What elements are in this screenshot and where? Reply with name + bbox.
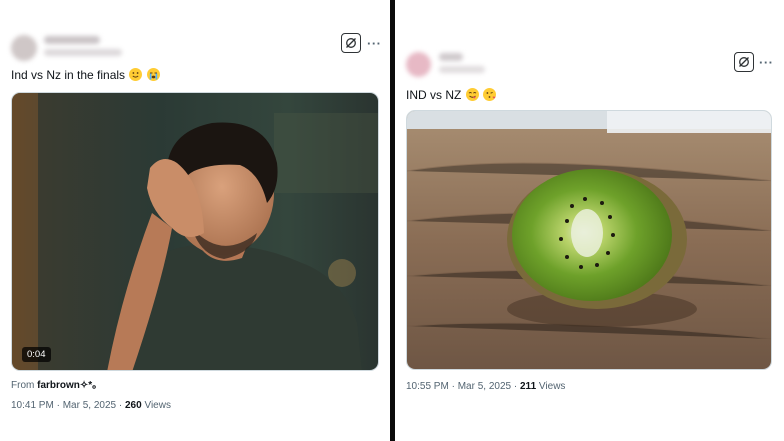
post-left: ··· Ind vs Nz in the finals 0:04 From fa… — [0, 0, 390, 441]
display-name-blurred[interactable] — [44, 36, 100, 44]
post-text: IND vs NZ — [406, 88, 497, 103]
views-count[interactable]: 260 — [125, 400, 142, 411]
meta-separator: · — [451, 381, 455, 392]
more-options-icon[interactable]: ··· — [759, 56, 774, 69]
from-account[interactable]: farbrown✧*。 — [37, 380, 102, 391]
post-date[interactable]: Mar 5, 2025 — [63, 400, 116, 411]
crying-man-video-frame — [12, 93, 378, 370]
avatar[interactable] — [11, 35, 37, 61]
post-meta: 10:55 PM · Mar 5, 2025 · 211 Views — [406, 381, 565, 392]
meta-separator: · — [118, 400, 123, 411]
post-time[interactable]: 10:41 PM — [11, 400, 54, 411]
post-meta: 10:41 PM · Mar 5, 2025 · 260 Views — [11, 400, 171, 411]
grok-icon[interactable] — [734, 52, 754, 72]
loudly-crying-face-icon — [146, 68, 160, 81]
post-image[interactable] — [406, 110, 772, 370]
post-date[interactable]: Mar 5, 2025 — [458, 381, 511, 392]
views-count[interactable]: 211 — [520, 381, 536, 392]
from-prefix: From — [11, 380, 35, 391]
post-text-content: IND vs NZ — [406, 88, 462, 102]
meta-separator: · — [513, 381, 518, 392]
post-text: Ind vs Nz in the finals — [11, 68, 160, 83]
views-label: Views — [144, 400, 171, 411]
handle-blurred[interactable] — [439, 66, 485, 73]
grok-glyph-icon — [346, 38, 356, 48]
display-name-blurred[interactable] — [439, 53, 463, 61]
handle-blurred[interactable] — [44, 49, 122, 56]
avatar[interactable] — [406, 52, 431, 77]
grok-glyph-icon — [739, 57, 749, 67]
face-savoring-food-icon — [465, 88, 479, 101]
face-blowing-kiss-icon — [483, 88, 497, 101]
video-player[interactable]: 0:04 — [11, 92, 379, 371]
slightly-smiling-face-icon — [129, 68, 143, 81]
post-text-content: Ind vs Nz in the finals — [11, 68, 126, 82]
video-duration-badge: 0:04 — [22, 347, 51, 362]
post-right: ··· IND vs NZ 10:55 PM · Mar 5, 2025 · 2… — [395, 0, 784, 441]
more-options-icon[interactable]: ··· — [367, 37, 382, 50]
from-attribution[interactable]: From farbrown✧*。 — [11, 376, 102, 391]
grok-icon[interactable] — [341, 33, 361, 53]
meta-separator: · — [56, 400, 60, 411]
post-time[interactable]: 10:55 PM — [406, 381, 449, 392]
views-label: Views — [538, 381, 566, 392]
kiwi-on-table-image — [407, 111, 771, 369]
